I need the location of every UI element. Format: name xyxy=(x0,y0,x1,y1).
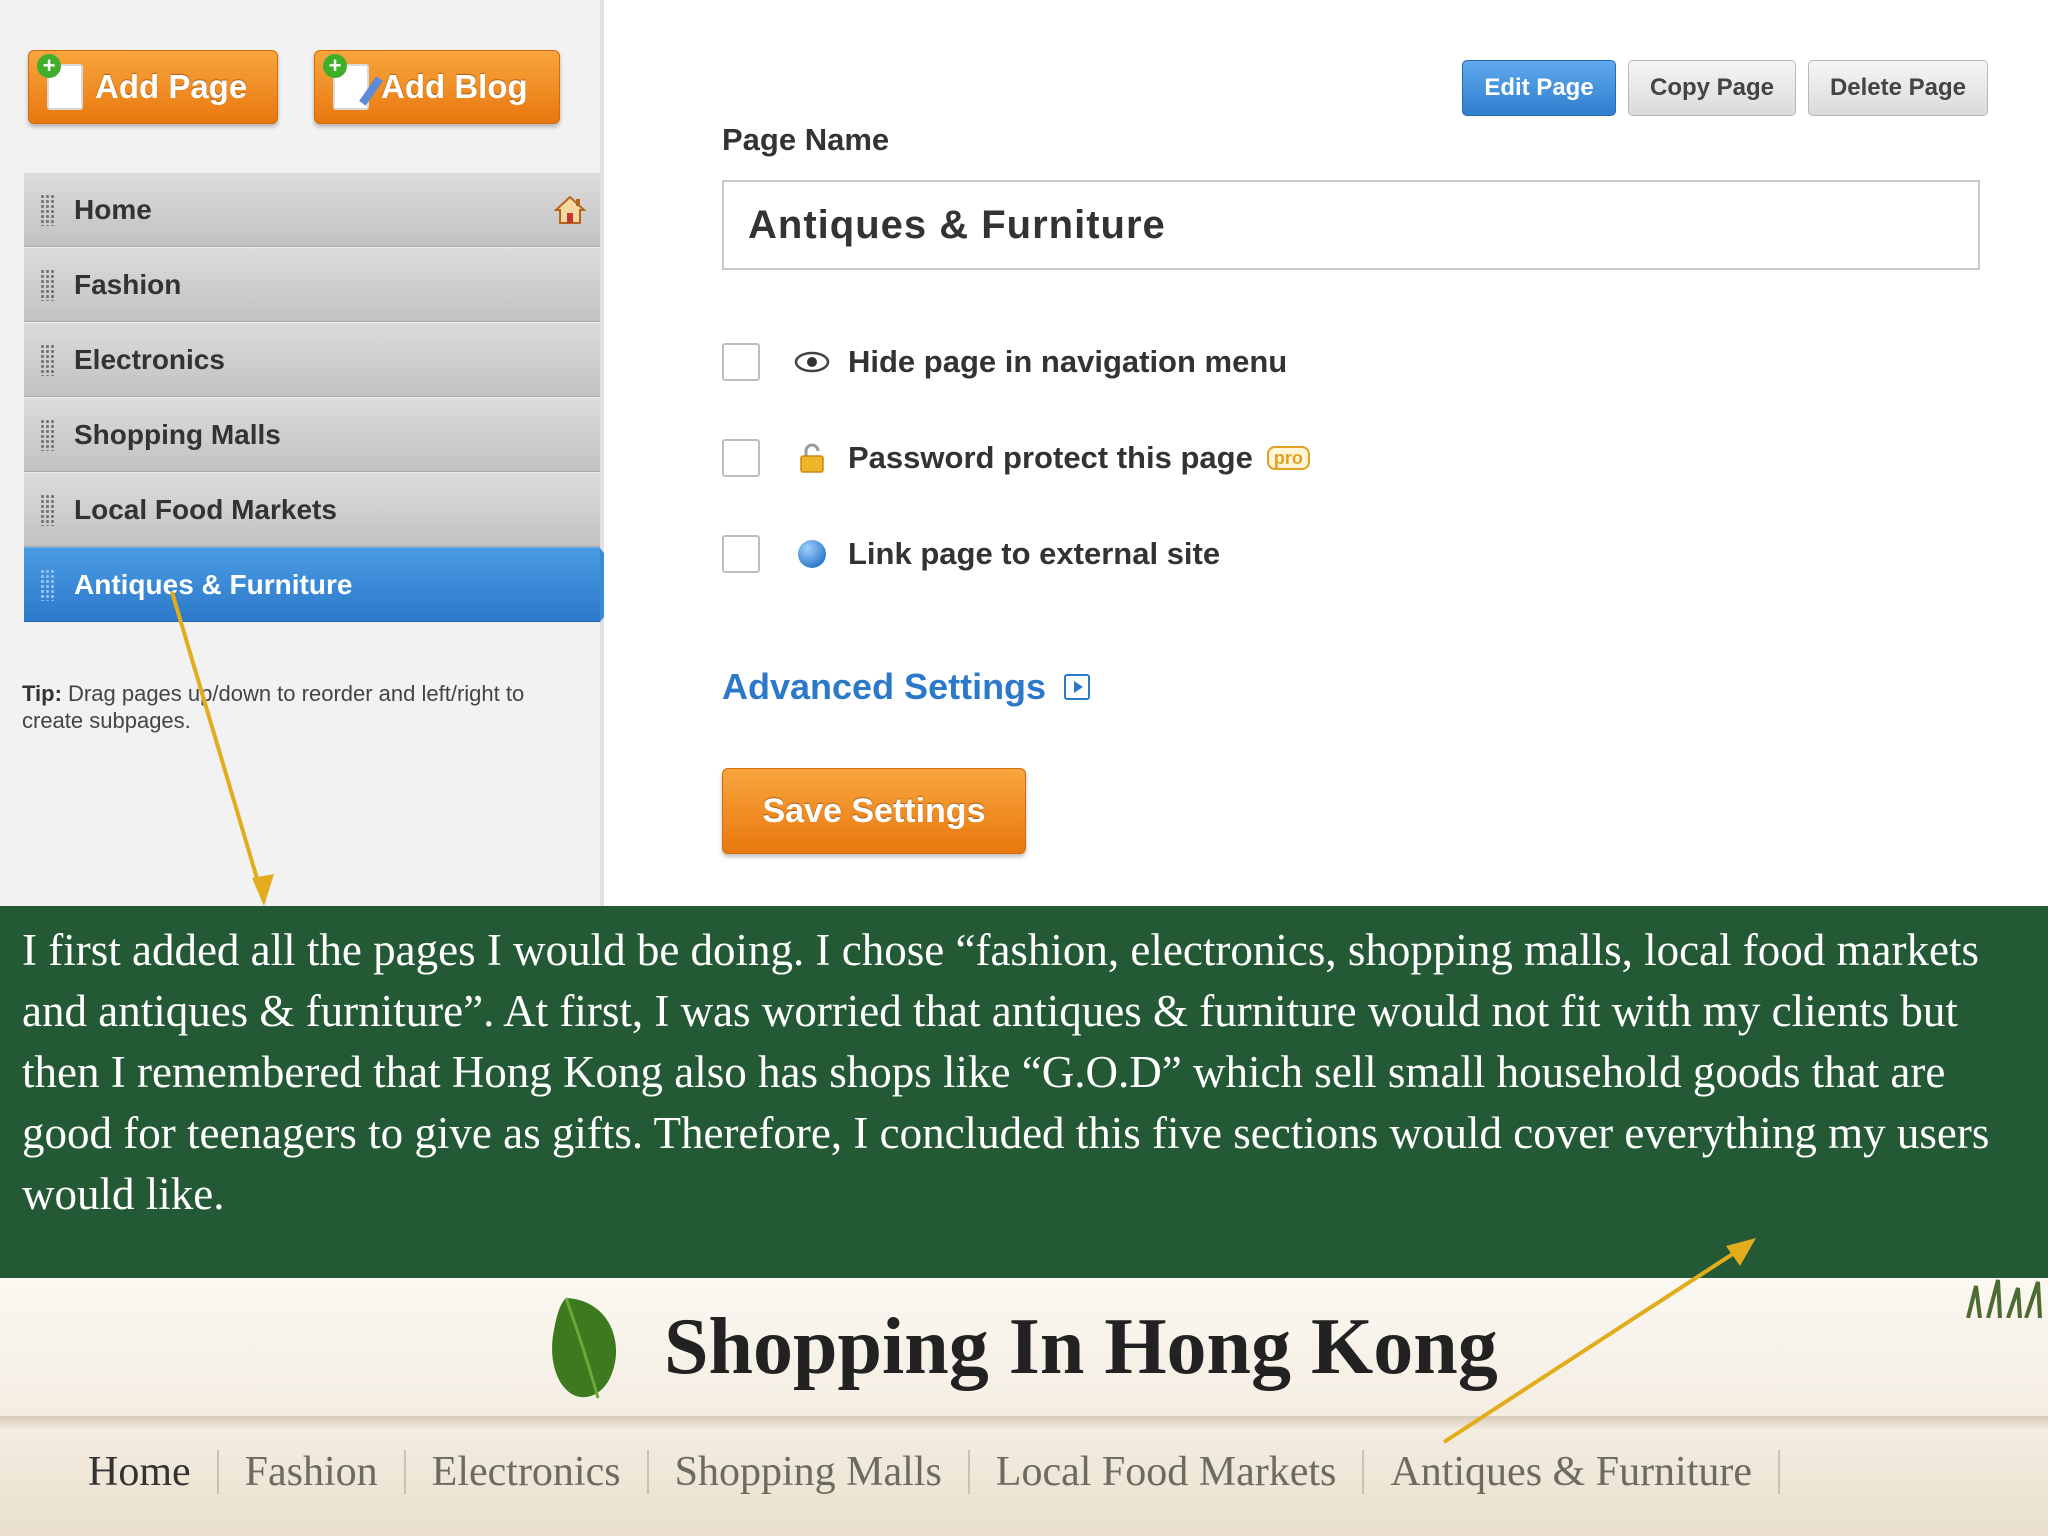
add-blog-label: Add Blog xyxy=(381,68,528,105)
header-divider xyxy=(0,1416,2048,1430)
website-preview: Shopping In Hong Kong Home Fashion Elect… xyxy=(0,1278,2048,1536)
external-link-checkbox[interactable] xyxy=(722,535,760,573)
password-protect-checkbox[interactable] xyxy=(722,439,760,477)
add-blog-button[interactable]: + Add Blog xyxy=(314,50,560,124)
site-title: Shopping In Hong Kong xyxy=(664,1303,1498,1391)
site-nav-shopping-malls[interactable]: Shopping Malls xyxy=(649,1450,970,1494)
site-nav-local-food-markets[interactable]: Local Food Markets xyxy=(970,1450,1365,1494)
page-name-label: Page Name xyxy=(722,122,890,157)
password-protect-label: Password protect this page xyxy=(848,440,1253,475)
expand-arrow-icon xyxy=(1064,674,1091,700)
annotation-caption: I first added all the pages I would be d… xyxy=(0,906,2048,1278)
tip-text: Drag pages up/down to reorder and left/r… xyxy=(22,681,525,733)
advanced-settings-link[interactable]: Advanced Settings xyxy=(722,666,1091,708)
option-external-link: Link page to external site xyxy=(722,532,1220,576)
save-settings-button[interactable]: Save Settings xyxy=(722,768,1026,854)
reorder-tip: Tip: Drag pages up/down to reorder and l… xyxy=(22,680,542,734)
copy-page-button[interactable]: Copy Page xyxy=(1628,60,1796,116)
page-item-label: Shopping Malls xyxy=(74,418,281,450)
leaf-logo-icon xyxy=(552,1297,617,1399)
page-item-electronics[interactable]: Electronics xyxy=(24,322,600,397)
drag-handle-icon[interactable] xyxy=(40,568,56,601)
eye-icon xyxy=(794,348,830,376)
page-item-home[interactable]: Home xyxy=(24,172,600,247)
page-name-input[interactable]: Antiques & Furniture xyxy=(722,180,1980,270)
drag-handle-icon[interactable] xyxy=(40,418,56,451)
site-nav-electronics[interactable]: Electronics xyxy=(406,1450,649,1494)
lock-icon xyxy=(794,443,830,473)
drag-handle-icon[interactable] xyxy=(40,193,56,226)
add-blog-icon: + xyxy=(323,54,383,110)
tip-label: Tip: xyxy=(22,681,62,706)
site-nav-fashion[interactable]: Fashion xyxy=(219,1450,406,1494)
option-hide-in-nav: Hide page in navigation menu xyxy=(722,340,1287,384)
globe-icon xyxy=(794,540,830,568)
drag-handle-icon[interactable] xyxy=(40,493,56,526)
page-item-label: Antiques & Furniture xyxy=(74,568,353,600)
page-item-shopping-malls[interactable]: Shopping Malls xyxy=(24,397,600,472)
site-nav-home[interactable]: Home xyxy=(88,1450,219,1494)
advanced-settings-label: Advanced Settings xyxy=(722,666,1047,707)
page-item-label: Electronics xyxy=(74,343,225,375)
site-nav-antiques-furniture[interactable]: Antiques & Furniture xyxy=(1364,1450,1781,1494)
pro-badge: pro xyxy=(1266,446,1310,470)
page-item-label: Home xyxy=(74,193,152,225)
page-list: Home Fashion Electronics Shopping Malls … xyxy=(24,172,628,622)
hide-in-nav-checkbox[interactable] xyxy=(722,343,760,381)
house-icon xyxy=(554,195,586,224)
grass-decoration-icon xyxy=(1966,1279,2042,1318)
drag-handle-icon[interactable] xyxy=(40,343,56,376)
page-item-fashion[interactable]: Fashion xyxy=(24,247,600,322)
add-page-button[interactable]: + Add Page xyxy=(28,50,278,124)
page-item-local-food-markets[interactable]: Local Food Markets xyxy=(24,472,600,547)
edit-page-button[interactable]: Edit Page xyxy=(1462,60,1616,116)
page-item-antiques-furniture[interactable]: Antiques & Furniture xyxy=(24,547,628,622)
delete-page-button[interactable]: Delete Page xyxy=(1808,60,1988,116)
hide-in-nav-label: Hide page in navigation menu xyxy=(848,344,1288,379)
external-link-label: Link page to external site xyxy=(848,536,1221,571)
add-page-label: Add Page xyxy=(95,68,248,105)
drag-handle-icon[interactable] xyxy=(40,268,56,301)
add-page-icon: + xyxy=(37,54,83,110)
page-item-label: Fashion xyxy=(74,268,182,300)
page-sidebar: + Add Page + Add Blog Home Fashion Elect… xyxy=(0,0,628,906)
option-password-protect: Password protect this page pro xyxy=(722,436,1310,480)
page-item-label: Local Food Markets xyxy=(74,493,337,525)
site-navigation: Home Fashion Electronics Shopping Malls … xyxy=(88,1450,1781,1494)
